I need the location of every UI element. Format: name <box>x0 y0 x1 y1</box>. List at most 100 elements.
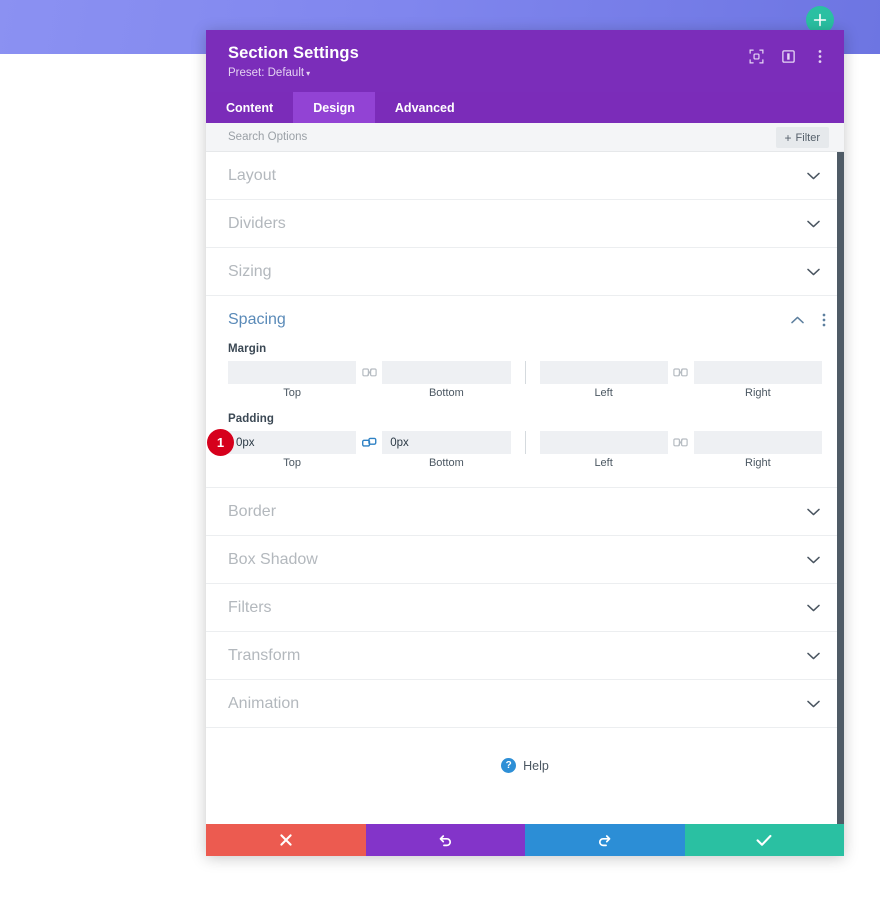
accordion-section-box-shadow: Box Shadow <box>206 536 844 584</box>
margin-top-sublabel: Top <box>283 387 301 399</box>
margin-field-group: Margin Top Bottom Left Right <box>228 343 822 399</box>
margin-left-input[interactable] <box>539 361 668 384</box>
field-divider <box>524 361 526 384</box>
chevron-up-icon <box>791 316 804 324</box>
help-row: ? Help <box>206 728 844 803</box>
margin-right-input[interactable] <box>693 361 822 384</box>
link-broken-icon[interactable] <box>356 361 383 384</box>
margin-bottom-sublabel: Bottom <box>428 387 464 399</box>
accordion-title: Box Shadow <box>228 550 318 568</box>
padding-sublabels: Top Bottom Left Right <box>228 457 822 469</box>
chevron-down-icon: ▾ <box>306 69 311 78</box>
chevron-down-icon <box>807 220 820 228</box>
margin-top-input[interactable] <box>228 361 357 384</box>
redo-button[interactable] <box>525 824 685 856</box>
padding-top-sublabel: Top <box>283 457 301 469</box>
spacing-fields: Margin Top Bottom Left Right Padding 1 0… <box>206 343 844 487</box>
accordion-title: Transform <box>228 646 301 664</box>
link-broken-icon[interactable] <box>667 431 694 454</box>
accordion-header-layout[interactable]: Layout <box>206 152 844 199</box>
accordion-section-sizing: Sizing <box>206 248 844 296</box>
accordion-title: Animation <box>228 694 300 712</box>
accordion-title: Sizing <box>228 262 272 280</box>
link-broken-icon[interactable] <box>667 361 694 384</box>
preset-label: Preset: Default <box>228 67 305 79</box>
chevron-down-icon <box>807 556 820 564</box>
filter-button[interactable]: + Filter <box>775 127 829 148</box>
margin-label: Margin <box>228 343 267 355</box>
responsive-preview-icon[interactable] <box>748 48 764 64</box>
accordion-header-filters[interactable]: Filters <box>206 584 844 631</box>
accordion-header-spacing[interactable]: Spacing <box>206 296 844 343</box>
chevron-down-icon <box>807 508 820 516</box>
accordion-section-layout: Layout <box>206 152 844 200</box>
settings-scroll-area: Layout Dividers Sizing Spacing Margin To… <box>206 152 844 824</box>
margin-right-sublabel: Right <box>745 387 771 399</box>
padding-left-input[interactable] <box>539 431 668 454</box>
step-badge: 1 <box>207 429 234 456</box>
accordion-section-dividers: Dividers <box>206 200 844 248</box>
accordion-header-box-shadow[interactable]: Box Shadow <box>206 536 844 583</box>
margin-left-sublabel: Left <box>594 387 613 399</box>
margin-inputs-row <box>228 361 822 384</box>
accordion-title: Dividers <box>228 214 286 232</box>
padding-bottom-input[interactable] <box>382 431 511 454</box>
accordion-header-border[interactable]: Border <box>206 488 844 535</box>
accordion-title: Filters <box>228 598 272 616</box>
padding-left-sublabel: Left <box>594 457 613 469</box>
chevron-down-icon <box>807 268 820 276</box>
preset-selector[interactable]: Preset: Default ▾ <box>228 66 310 81</box>
padding-right-input[interactable] <box>693 431 822 454</box>
kebab-menu-icon[interactable] <box>812 48 828 64</box>
margin-sublabels: Top Bottom Left Right <box>228 387 822 399</box>
padding-right-sublabel: Right <box>745 457 771 469</box>
question-mark-circle-icon[interactable]: ? <box>501 758 517 773</box>
section-options-kebab-icon[interactable] <box>822 313 826 327</box>
scrollbar-thumb[interactable] <box>837 152 844 824</box>
padding-vertical-pair <box>228 431 511 454</box>
page-title: Section Settings <box>228 44 359 62</box>
cancel-button[interactable] <box>206 824 366 856</box>
accordion-title: Spacing <box>228 310 286 328</box>
section-settings-modal: Section Settings Preset: Default ▾ Conte… <box>206 30 844 856</box>
chevron-down-icon <box>807 700 820 708</box>
padding-horizontal-pair <box>539 431 822 454</box>
modal-header: Section Settings Preset: Default ▾ <box>206 30 844 92</box>
chevron-down-icon <box>807 604 820 612</box>
undo-button[interactable] <box>365 824 525 856</box>
accordion-section-filters: Filters <box>206 584 844 632</box>
field-divider <box>524 431 526 454</box>
accordion-header-dividers[interactable]: Dividers <box>206 200 844 247</box>
modal-tab-bar: Content Design Advanced <box>206 92 844 123</box>
accordion-header-transform[interactable]: Transform <box>206 632 844 679</box>
padding-bottom-sublabel: Bottom <box>428 457 464 469</box>
search-input[interactable] <box>228 131 628 143</box>
accordion-section-spacing: Spacing Margin Top Bottom Left Right Pad… <box>206 296 844 488</box>
padding-label: Padding <box>228 413 275 425</box>
accordion-section-border: Border <box>206 488 844 536</box>
tab-design[interactable]: Design <box>293 92 375 123</box>
tab-advanced[interactable]: Advanced <box>375 92 475 123</box>
margin-bottom-input[interactable] <box>382 361 511 384</box>
accordion-section-transform: Transform <box>206 632 844 680</box>
tab-content[interactable]: Content <box>206 92 293 123</box>
accordion-title: Border <box>228 502 277 520</box>
padding-field-group: Padding 1 0px 0px Top Bottom Left Right <box>207 413 822 469</box>
accordion-section-animation: Animation <box>206 680 844 728</box>
margin-horizontal-pair <box>539 361 822 384</box>
filter-label: Filter <box>795 131 820 144</box>
modal-footer <box>206 824 844 856</box>
accordion-header-animation[interactable]: Animation <box>206 680 844 727</box>
accordion-title: Layout <box>228 166 277 184</box>
link-connected-icon[interactable] <box>356 431 383 454</box>
padding-inputs-row: 1 <box>207 429 822 456</box>
search-bar: + Filter <box>206 123 844 152</box>
chevron-down-icon <box>807 172 820 180</box>
padding-top-input[interactable] <box>228 431 357 454</box>
help-link[interactable]: Help <box>523 759 549 773</box>
save-button[interactable] <box>684 824 844 856</box>
scrollbar-track[interactable] <box>837 152 844 824</box>
header-icon-group <box>748 48 828 64</box>
layout-panel-icon[interactable] <box>780 48 796 64</box>
accordion-header-sizing[interactable]: Sizing <box>206 248 844 295</box>
